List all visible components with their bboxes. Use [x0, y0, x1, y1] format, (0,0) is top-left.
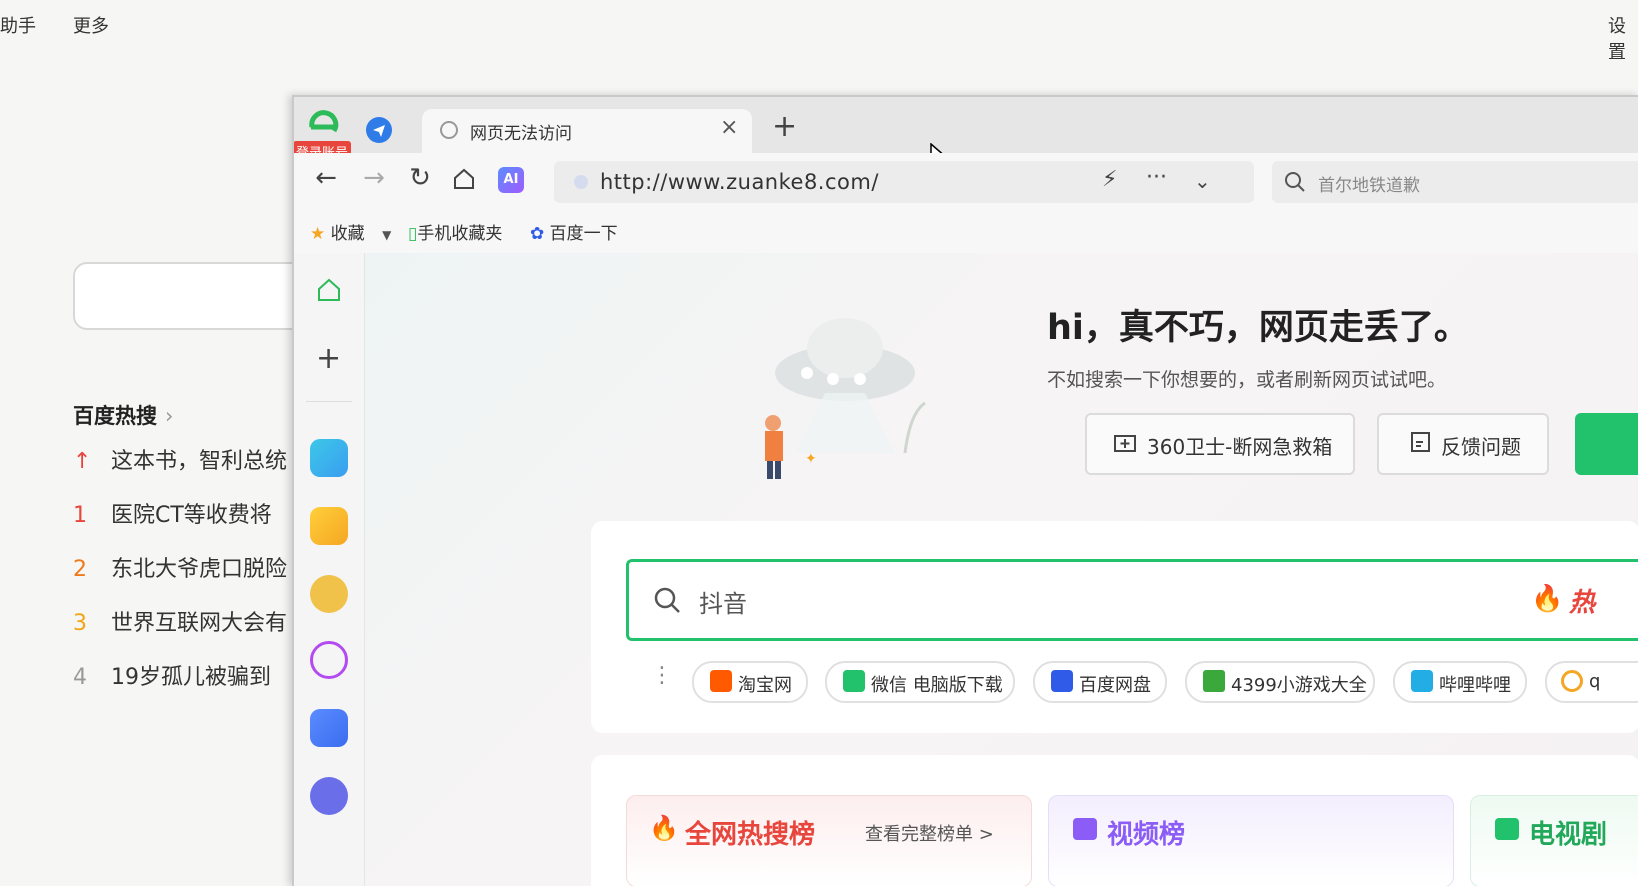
browser-logo-icon[interactable] [304, 107, 344, 143]
error-search-input[interactable]: 抖音 🔥 热 [626, 559, 1638, 641]
baidu-pan-icon [1051, 670, 1073, 692]
sidebar-home-icon[interactable] [316, 277, 342, 307]
tab-close-button[interactable]: × [720, 115, 738, 140]
sidebar-add-icon[interactable]: + [316, 341, 341, 376]
hot-list-item[interactable]: 2 东北大爷虎口脱险 [73, 551, 295, 605]
medkit-icon [1113, 430, 1137, 459]
error-headline: hi，真不巧，网页走丢了。 [1047, 308, 1469, 348]
rescue-button[interactable]: 360卫士-断网急救箱 [1085, 413, 1355, 475]
search-input[interactable]: 首尔地铁道歉 [1272, 161, 1638, 203]
taobao-icon [710, 670, 732, 692]
flame-icon: 🔥 [1531, 584, 1564, 614]
refresh-icon[interactable]: ↻ [404, 163, 436, 193]
hot-list-item[interactable]: 1 医院CT等收费将 [73, 497, 295, 551]
search-placeholder: 首尔地铁道歉 [1318, 176, 1420, 196]
hot-list-item[interactable]: 3 世界互联网大会有 [73, 605, 295, 659]
baidu-paw-icon: ✿ [530, 224, 545, 244]
browser-circle-icon [1561, 670, 1583, 692]
chip-wechat[interactable]: 微信 电脑版下载 [825, 661, 1015, 703]
wechat-icon [843, 670, 865, 692]
home-icon[interactable] [452, 167, 476, 195]
ai-button[interactable]: AI [498, 167, 524, 193]
feedback-button[interactable]: 反馈问题 [1377, 413, 1549, 475]
caret-down-icon[interactable]: ▼ [382, 228, 391, 242]
hot-list-item[interactable]: 4 19岁孤儿被骗到 [73, 659, 295, 713]
browser-window: 登录账号 网页无法访问 × + ← → ↻ AI http://www.zuan… [292, 95, 1638, 886]
tab-title: 网页无法访问 [470, 124, 572, 144]
chip-more[interactable]: q [1545, 661, 1638, 703]
view-full-list-link[interactable]: 查看完整榜单 > [865, 820, 994, 846]
bookmark-mobile[interactable]: ▯手机收藏夹 [408, 219, 502, 244]
menu-settings[interactable]: 设置 [1608, 12, 1638, 64]
phone-icon: ▯ [408, 224, 418, 244]
menu-more[interactable]: 更多 [73, 12, 109, 38]
sidebar-robot-icon[interactable] [310, 777, 348, 815]
search-icon [1284, 171, 1306, 197]
svg-text:✦: ✦ [805, 451, 817, 467]
hot-label: 热 [1569, 588, 1596, 618]
sidebar-app-cross-icon[interactable] [310, 439, 348, 477]
hot-list-item[interactable]: ↑ 这本书，智利总统 [73, 443, 295, 497]
edit-icon [1409, 430, 1433, 459]
site-info-icon[interactable] [574, 175, 588, 189]
search-icon [653, 586, 681, 618]
send-icon[interactable] [366, 117, 392, 143]
error-page: ✦ hi，真不巧，网页走丢了。 不如搜索一下你想要的，或者刷新网页试试吧。 36… [365, 253, 1638, 886]
search-input-value: 抖音 [699, 590, 747, 618]
bookmark-favorites[interactable]: ★ 收藏 ▼ [310, 219, 391, 244]
sidebar-ai-icon[interactable] [310, 709, 348, 747]
star-icon: ★ [310, 224, 326, 244]
chip-baidu-pan[interactable]: 百度网盘 [1033, 661, 1167, 703]
back-icon[interactable]: ← [310, 163, 342, 193]
tab-active[interactable]: 网页无法访问 × [422, 109, 752, 153]
rankings-card: 🔥 全网热搜榜 查看完整榜单 > 视频榜 电视剧 [591, 755, 1638, 886]
more-vertical-icon[interactable]: ⋮ [651, 663, 673, 688]
sidebar-divider [306, 401, 352, 402]
nav-toolbar: ← → ↻ AI http://www.zuanke8.com/ ⚡ ··· ⌄… [294, 153, 1638, 209]
tab-bar: 登录账号 网页无法访问 × + [294, 97, 1638, 168]
tab-tv[interactable]: 电视剧 [1470, 795, 1638, 886]
globe-icon [440, 121, 458, 139]
chip-bilibili[interactable]: 哔哩哔哩 [1393, 661, 1527, 703]
tab-video[interactable]: 视频榜 [1048, 795, 1454, 886]
chip-taobao[interactable]: 淘宝网 [692, 661, 808, 703]
sidebar-star-icon[interactable] [310, 507, 348, 545]
error-subline: 不如搜索一下你想要的，或者刷新网页试试吧。 [1047, 369, 1447, 391]
chip-4399[interactable]: 4399小游戏大全 [1185, 661, 1375, 703]
ufo-illustration: ✦ [745, 293, 945, 487]
search-card: 抖音 🔥 热 ⋮ 淘宝网 微信 电脑版下载 百度网盘 4399小游戏大全 哔哩哔… [591, 521, 1638, 733]
url-text[interactable]: http://www.zuanke8.com/ [600, 170, 879, 194]
chevron-down-icon[interactable]: ⌄ [1194, 169, 1211, 193]
flame-icon: 🔥 [649, 814, 679, 842]
bilibili-icon [1411, 670, 1433, 692]
bookmarks-bar: ★ 收藏 ▼ ▯手机收藏夹 ✿ 百度一下 [294, 209, 1638, 254]
sidebar: + [294, 253, 365, 886]
forward-icon[interactable]: → [358, 163, 390, 193]
tv-icon [1495, 818, 1519, 840]
menu-assistant[interactable]: 助手 [0, 12, 36, 38]
lightning-icon[interactable]: ⚡ [1102, 167, 1117, 192]
game-icon [1203, 670, 1225, 692]
refresh-green-button[interactable] [1575, 413, 1638, 475]
more-icon[interactable]: ··· [1146, 165, 1167, 190]
address-bar[interactable]: http://www.zuanke8.com/ ⚡ ··· ⌄ [554, 161, 1254, 203]
tab-all-hot[interactable]: 🔥 全网热搜榜 查看完整榜单 > [626, 795, 1032, 886]
hot-list-title[interactable]: 百度热搜 › [73, 400, 173, 430]
sidebar-ai-assistant-icon[interactable] [310, 641, 348, 679]
bookmark-baidu[interactable]: ✿ 百度一下 [530, 219, 618, 244]
sidebar-chat-bot-icon[interactable] [310, 575, 348, 613]
video-icon [1073, 818, 1097, 840]
new-tab-button[interactable]: + [772, 109, 797, 144]
